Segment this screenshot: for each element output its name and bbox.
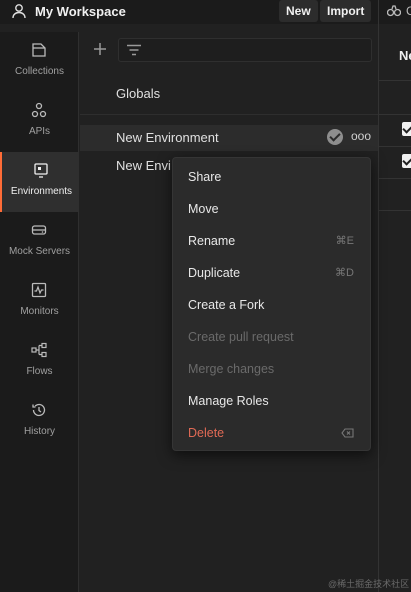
- variable-checkbox[interactable]: [402, 122, 411, 136]
- shortcut-label: ⌘D: [335, 267, 354, 279]
- menu-item-label: Create a Fork: [188, 298, 265, 312]
- menu-item-label: Share: [188, 170, 222, 184]
- sidebar-item-label: Monitors: [20, 306, 59, 317]
- right-tab-partial[interactable]: C: [406, 4, 411, 18]
- menu-item-move[interactable]: Move: [173, 192, 370, 224]
- workspace-header: My Workspace New Import: [0, 0, 378, 24]
- menu-item-merge-changes: Merge changes: [173, 352, 370, 384]
- menu-item-label: Duplicate: [188, 266, 241, 280]
- divider: [379, 80, 411, 81]
- sidebar-item-label: Collections: [15, 66, 64, 77]
- sidebar-item-monitors[interactable]: Monitors: [0, 272, 79, 332]
- menu-item-duplicate[interactable]: Duplicate ⌘D: [173, 256, 370, 288]
- mock-servers-icon: [31, 225, 47, 235]
- search-input[interactable]: [118, 38, 372, 62]
- globals-item[interactable]: Globals: [116, 86, 160, 101]
- active-environment-check-icon[interactable]: [327, 129, 343, 145]
- backspace-icon: [341, 428, 354, 438]
- menu-item-delete[interactable]: Delete: [173, 416, 370, 448]
- monitors-icon: [31, 282, 47, 298]
- menu-item-manage-roles[interactable]: Manage Roles: [173, 384, 370, 416]
- sidebar-item-flows[interactable]: Flows: [0, 332, 79, 392]
- sidebar-item-label: Mock Servers: [8, 246, 71, 257]
- apis-icon: [31, 102, 47, 118]
- divider: [379, 146, 411, 147]
- sidebar-item-label: APIs: [28, 126, 51, 137]
- history-icon: [32, 403, 46, 417]
- more-options-icon[interactable]: ooo: [351, 129, 371, 143]
- menu-item-rename[interactable]: Rename ⌘E: [173, 224, 370, 256]
- divider: [379, 178, 411, 179]
- menu-item-label: Move: [188, 202, 219, 216]
- divider: [379, 114, 411, 115]
- environment-list-item[interactable]: New Environment ooo: [80, 125, 378, 151]
- filter-icon[interactable]: [126, 44, 142, 56]
- shortcut-label: ⌘E: [335, 235, 354, 247]
- menu-item-label: Delete: [188, 426, 225, 440]
- collections-icon: [32, 43, 46, 57]
- environment-title-partial: Ne: [399, 48, 411, 63]
- menu-item-label: Create pull request: [188, 330, 294, 344]
- sidebar-item-collections[interactable]: Collections: [0, 32, 79, 92]
- menu-item-create-pull-request: Create pull request: [173, 320, 370, 352]
- context-menu: Share Move Rename ⌘E Duplicate ⌘D Create…: [172, 157, 371, 451]
- sidebar-item-environments[interactable]: Environments: [0, 152, 79, 212]
- menu-item-label: Manage Roles: [188, 394, 269, 408]
- environment-detail-pane: C Ne: [378, 0, 411, 592]
- sidebar-item-apis[interactable]: APIs: [0, 92, 79, 152]
- environments-icon: [34, 163, 48, 178]
- workspace-name[interactable]: My Workspace: [35, 4, 126, 19]
- variable-checkbox[interactable]: [402, 154, 411, 168]
- right-pane-header: C: [379, 0, 411, 24]
- menu-item-share[interactable]: Share: [173, 160, 370, 192]
- divider: [80, 114, 378, 115]
- sidebar-item-mock-servers[interactable]: Mock Servers: [0, 212, 79, 272]
- add-environment-icon[interactable]: [93, 42, 107, 56]
- user-icon[interactable]: [11, 3, 27, 19]
- binoculars-icon[interactable]: [387, 5, 401, 17]
- new-button[interactable]: New: [279, 0, 318, 22]
- environment-label: New Environment: [116, 130, 219, 145]
- menu-item-label: Merge changes: [188, 362, 275, 376]
- sidebar: Collections APIs Environments Mock Serve…: [0, 32, 79, 592]
- import-button[interactable]: Import: [320, 0, 372, 22]
- menu-item-create-fork[interactable]: Create a Fork: [173, 288, 370, 320]
- menu-item-label: Rename: [188, 234, 236, 248]
- flows-icon: [31, 342, 47, 358]
- sidebar-item-history[interactable]: History: [0, 392, 79, 452]
- divider: [379, 210, 411, 211]
- watermark: @稀土掘金技术社区: [328, 579, 410, 589]
- sidebar-item-label: Flows: [26, 366, 53, 377]
- sidebar-item-label: Environments: [10, 186, 73, 197]
- sidebar-item-label: History: [23, 426, 56, 437]
- environment-label: New Envi: [116, 158, 171, 173]
